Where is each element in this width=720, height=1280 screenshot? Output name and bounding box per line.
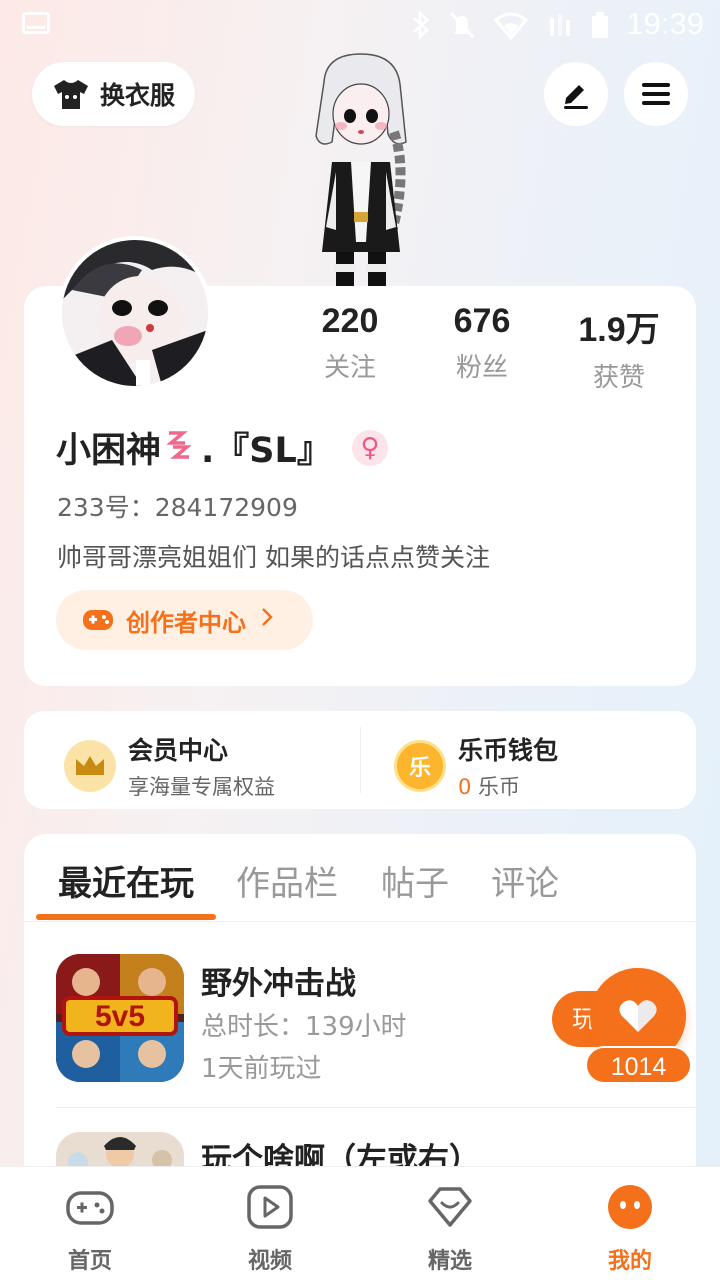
heart-icon — [619, 1000, 657, 1032]
wallet-title: 乐币钱包 — [458, 736, 559, 765]
coin-icon: 乐 — [394, 740, 446, 792]
nav-label: 首页 — [67, 1249, 112, 1274]
hamburger-icon — [642, 83, 670, 105]
username-prefix: 小困神 — [56, 431, 162, 471]
wifi-icon — [493, 10, 529, 47]
username: 小困神 .『SL』 — [56, 422, 332, 473]
shirt-icon — [54, 80, 88, 109]
nav-label: 视频 — [247, 1249, 292, 1274]
stat-value: 220 — [321, 302, 379, 340]
creator-center-button[interactable]: 创作者中心 — [56, 590, 313, 650]
stat-label: 关注 — [323, 353, 376, 383]
bottom-nav: 首页 视频 精选 我的 — [0, 1166, 720, 1280]
profile-face-icon — [608, 1185, 652, 1229]
member-center-subtitle: 享海量专属权益 — [128, 775, 275, 799]
game-last-played: 1天前玩过 — [201, 1054, 322, 1084]
nav-home[interactable]: 首页 — [30, 1181, 150, 1275]
heart-diamond-icon — [428, 1187, 472, 1227]
user-id: 233号：284172909 — [57, 493, 298, 522]
tab-posts[interactable]: 帖子 — [381, 856, 449, 905]
divider — [56, 1107, 696, 1108]
member-center[interactable]: 会员中心 享海量专属权益 — [64, 731, 275, 801]
change-outfit-button[interactable]: 换衣服 — [32, 62, 195, 126]
active-tab-indicator — [36, 914, 216, 920]
pen-icon — [564, 85, 588, 109]
nav-label: 我的 — [607, 1249, 652, 1274]
gender-female-icon: ♀ — [352, 430, 388, 466]
character-figure — [315, 53, 407, 286]
tab-works[interactable]: 作品栏 — [236, 856, 338, 905]
crown-icon — [64, 740, 116, 792]
vip-wallet-card: 会员中心 享海量专属权益 乐 乐币钱包 0 乐币 — [24, 711, 696, 809]
profile-stats: 220 关注 676 粉丝 1.9万 获赞 — [290, 302, 690, 394]
nav-featured[interactable]: 精选 — [390, 1181, 510, 1275]
sleep-icon — [163, 425, 199, 471]
stat-following[interactable]: 220 关注 — [290, 302, 410, 384]
coin-wallet[interactable]: 乐 乐币钱包 0 乐币 — [394, 731, 558, 801]
clock: 19:39 — [626, 6, 704, 41]
tab-comments[interactable]: 评论 — [491, 856, 559, 905]
bio: 帅哥哥漂亮姐姐们 如果的话点点赞关注 — [57, 543, 490, 572]
change-outfit-label: 换衣服 — [100, 81, 176, 110]
nav-me[interactable]: 我的 — [570, 1181, 690, 1275]
game-icon: 5v5 — [56, 954, 184, 1082]
battery-icon — [590, 10, 610, 47]
stat-label: 获赞 — [592, 363, 645, 393]
nav-video[interactable]: 视频 — [210, 1181, 330, 1275]
stat-followers[interactable]: 676 粉丝 — [422, 302, 542, 384]
mute-icon — [448, 10, 476, 47]
avatar[interactable] — [58, 236, 212, 390]
game-badge: 5v5 — [95, 1000, 145, 1033]
coin-char: 乐 — [408, 756, 431, 781]
nav-label: 精选 — [427, 1249, 472, 1274]
menu-button[interactable] — [624, 62, 688, 126]
stat-likes[interactable]: 1.9万 获赞 — [559, 302, 679, 394]
username-suffix: .『SL』 — [201, 431, 332, 471]
chevron-right-icon — [260, 605, 274, 635]
tab-bar: 最近在玩 作品栏 帖子 评论 — [24, 834, 696, 922]
screenshot-notification-icon — [22, 12, 50, 34]
game-title: 野外冲击战 — [201, 966, 356, 1002]
stat-label: 粉丝 — [455, 353, 508, 383]
avatar-image — [62, 240, 208, 386]
edit-profile-button[interactable] — [544, 62, 608, 126]
game-play-duration: 总时长：139小时 — [201, 1012, 407, 1042]
member-center-title: 会员中心 — [128, 736, 229, 765]
divider — [360, 727, 361, 793]
coin-unit: 乐币 — [471, 775, 521, 799]
status-bar: 19:39 — [0, 0, 720, 52]
video-play-icon — [247, 1185, 293, 1229]
status-icons — [412, 9, 610, 47]
stat-value: 1.9万 — [578, 311, 660, 349]
coin-count: 0 — [458, 775, 472, 799]
gamepad-icon — [66, 1191, 114, 1225]
tab-recently-played[interactable]: 最近在玩 — [58, 856, 194, 905]
stat-value: 676 — [453, 302, 511, 340]
creator-center-label: 创作者中心 — [126, 608, 246, 637]
bluetooth-icon — [412, 9, 430, 47]
gamepad-icon — [83, 610, 113, 630]
signal-icon — [546, 10, 572, 47]
like-count: 1014 — [585, 1046, 692, 1084]
